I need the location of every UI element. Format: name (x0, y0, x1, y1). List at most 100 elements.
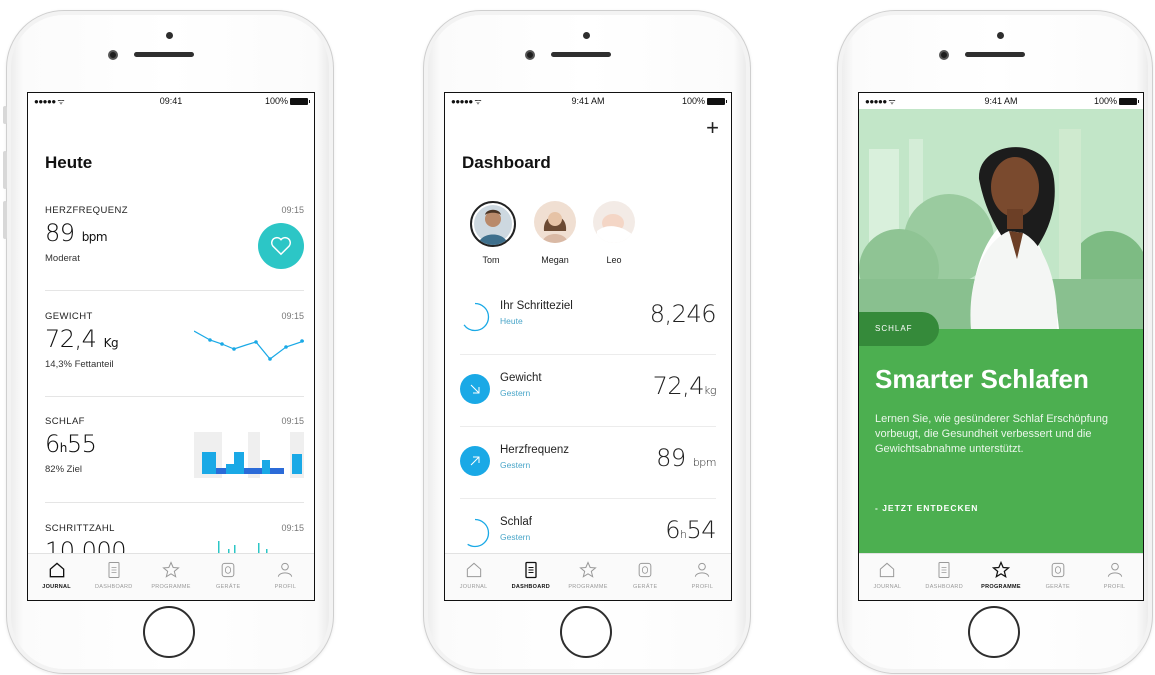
home-button[interactable] (968, 606, 1020, 658)
battery-percent: 100% (681, 96, 705, 106)
arrow-down-right-icon (460, 374, 490, 404)
content-card: Smarter Schlafen Lernen Sie, wie gesünde… (859, 329, 1143, 554)
tab-programme[interactable]: PROGRAMME (559, 554, 616, 600)
star-icon (579, 561, 597, 578)
battery-icon (707, 97, 727, 105)
row-date: Gestern (500, 532, 531, 542)
tab-profil[interactable]: PROFIL (674, 554, 731, 600)
tab-label: JOURNAL (873, 584, 902, 590)
tab-label: JOURNAL (42, 584, 71, 590)
tab-programme[interactable]: PROGRAMME (973, 554, 1030, 600)
tab-programme[interactable]: PROGRAMME (142, 554, 199, 600)
sleep-card[interactable]: SCHLAF 09:15 6h55 82% Ziel (45, 416, 304, 486)
front-camera (108, 50, 118, 60)
divider (45, 290, 304, 291)
sensor (166, 32, 173, 39)
row-date: Gestern (500, 460, 531, 470)
divider (460, 354, 716, 355)
list-item-steps[interactable]: Ihr Schritteziel Heute 8,246 (460, 288, 717, 348)
front-camera (525, 50, 535, 60)
tab-profil[interactable]: PROFIL (1086, 554, 1143, 600)
category-tag: SCHLAF (859, 312, 939, 346)
sensor (583, 32, 590, 39)
list-item-weight[interactable]: Gewicht Gestern 72,4kg (460, 360, 716, 420)
discover-link[interactable]: - JETZT ENTDECKEN (875, 503, 978, 513)
row-value: 6h54 (665, 516, 716, 544)
card-body: Lernen Sie, wie gesünderer Schlaf Erschö… (875, 413, 1108, 455)
star-icon (162, 561, 180, 578)
metric-label: SCHLAF (45, 416, 85, 427)
volume-down-button (3, 201, 7, 239)
watch-icon (1051, 562, 1065, 578)
phone-programme: ●●●●● ᯤ 9:41 AM 100% SCHLAF Smarter Schl… (837, 10, 1153, 674)
metric-label: GEWICHT (45, 311, 93, 322)
person-icon (695, 562, 710, 577)
avatar-tom[interactable] (470, 201, 516, 247)
screen: ●●●●● ᯤ 9:41 AM 100% + Dashboard Tom Meg… (444, 92, 732, 601)
tab-label: GERÄTE (1045, 584, 1070, 590)
page-title: Heute (45, 153, 93, 172)
row-title: Schlaf (500, 516, 532, 528)
home-button[interactable] (560, 606, 612, 658)
add-button[interactable]: + (706, 115, 719, 141)
tab-label: DASHBOARD (95, 584, 133, 590)
heart-icon[interactable] (258, 223, 304, 269)
person-name: Leo (606, 255, 622, 265)
weight-sparkline (194, 330, 304, 361)
screen: ●●●●● ᯤ 09:41 100% Heute HERZFREQUENZ 09… (27, 92, 315, 601)
phone-dashboard: ●●●●● ᯤ 9:41 AM 100% + Dashboard Tom Meg… (423, 10, 751, 674)
tab-label: GERÄTE (633, 584, 658, 590)
tab-label: PROGRAMME (151, 584, 191, 590)
person-icon (1107, 562, 1122, 577)
tab-geraete[interactable]: GERÄTE (617, 554, 674, 600)
heart-rate-card[interactable]: HERZFREQUENZ 09:15 89 bpm Moderat (45, 205, 304, 275)
star-icon (991, 560, 1011, 578)
tab-label: PROFIL (274, 584, 297, 590)
metric-time: 09:15 (281, 416, 304, 426)
tab-label: PROFIL (1103, 584, 1126, 590)
document-icon (525, 561, 537, 579)
watch-icon (221, 562, 235, 578)
home-icon (466, 562, 481, 578)
status-bar: ●●●●● ᯤ 9:41 AM 100% (859, 93, 1143, 109)
earpiece (965, 52, 1025, 57)
tab-bar: JOURNAL DASHBOARD PROGRAMME GERÄTE PROFI… (28, 553, 314, 600)
tab-dashboard[interactable]: DASHBOARD (502, 554, 559, 600)
tab-bar: JOURNAL DASHBOARD PROGRAMME GERÄTE PROFI… (859, 553, 1143, 600)
divider (460, 498, 716, 499)
metric-time: 09:15 (281, 311, 304, 321)
mute-switch (3, 106, 7, 124)
tab-geraete[interactable]: GERÄTE (200, 554, 257, 600)
list-item-heart-rate[interactable]: Herzfrequenz Gestern 89 bpm (460, 432, 717, 492)
person-name: Tom (482, 255, 500, 265)
tab-journal[interactable]: JOURNAL (28, 554, 85, 600)
tab-dashboard[interactable]: DASHBOARD (916, 554, 973, 600)
arrow-up-right-icon (460, 446, 490, 476)
battery-icon (290, 97, 310, 105)
battery-percent: 100% (264, 96, 288, 106)
status-bar: ●●●●● ᯤ 9:41 AM 100% (445, 93, 731, 109)
tab-label: DASHBOARD (925, 584, 963, 590)
weight-card[interactable]: GEWICHT 09:15 72,4 Kg 14,3% Fettanteil (45, 311, 304, 381)
page-title: Dashboard (462, 153, 551, 172)
tab-journal[interactable]: JOURNAL (445, 554, 502, 600)
tab-geraete[interactable]: GERÄTE (1029, 554, 1086, 600)
home-icon (49, 562, 64, 578)
hero-illustration (859, 109, 1143, 329)
tab-journal[interactable]: JOURNAL (859, 554, 916, 600)
row-title: Herzfrequenz (500, 444, 570, 456)
battery-percent: 100% (1093, 96, 1117, 106)
row-value: 72,4kg (652, 372, 717, 400)
divider (460, 426, 716, 427)
metric-time: 09:15 (281, 523, 304, 533)
row-title: Ihr Schritteziel (500, 300, 573, 312)
avatar-leo[interactable] (593, 201, 635, 243)
tab-label: PROGRAMME (568, 584, 608, 590)
tab-dashboard[interactable]: DASHBOARD (85, 554, 142, 600)
document-icon (938, 562, 950, 578)
sensor (997, 32, 1004, 39)
avatar-megan[interactable] (534, 201, 576, 243)
watch-icon (638, 562, 652, 578)
tab-profil[interactable]: PROFIL (257, 554, 314, 600)
home-button[interactable] (143, 606, 195, 658)
